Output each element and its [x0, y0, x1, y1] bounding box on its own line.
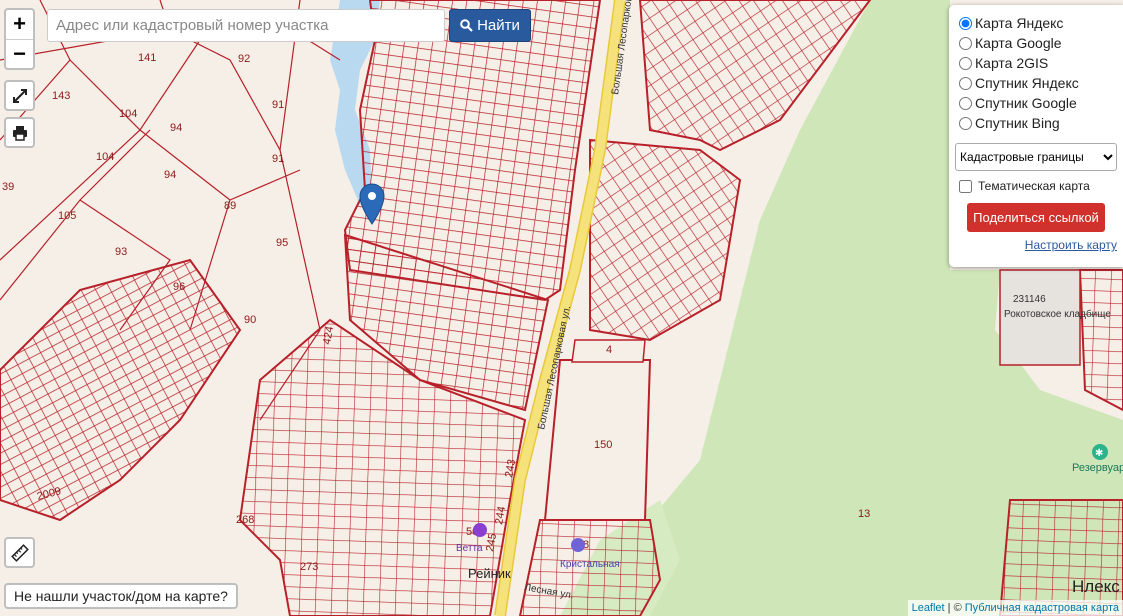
- parcel-label: 39: [2, 181, 14, 193]
- parcel-label: 94: [164, 169, 176, 181]
- svg-text:✱: ✱: [1095, 448, 1103, 459]
- leaflet-link[interactable]: Leaflet: [912, 602, 945, 614]
- measure-button[interactable]: [4, 537, 35, 568]
- parcel-label: 150: [594, 439, 612, 451]
- parcel-label: 92: [238, 53, 250, 65]
- zoom-out-button[interactable]: −: [6, 40, 33, 69]
- parcel-label: 104: [119, 108, 137, 120]
- layer-panel: Карта Яндекс Карта Google Карта 2GIS Спу…: [949, 5, 1123, 267]
- search-input[interactable]: [47, 9, 445, 42]
- cadastre-link[interactable]: Публичная кадастровая карта: [965, 602, 1119, 614]
- parcel-label: 104: [96, 151, 114, 163]
- parcel-block-far-east: [1078, 269, 1123, 412]
- attribution-separator: | ©: [944, 602, 965, 614]
- layer-option[interactable]: Карта Яндекс: [955, 13, 1117, 33]
- layer-option-label: Спутник Google: [975, 95, 1077, 111]
- print-icon: [12, 125, 27, 141]
- parcel-label: 268: [236, 514, 254, 526]
- search-icon: [460, 19, 473, 32]
- layer-radio[interactable]: [959, 36, 972, 50]
- store-icon: [571, 538, 585, 552]
- thematic-checkbox[interactable]: [959, 179, 972, 193]
- fullscreen-button[interactable]: [4, 80, 35, 111]
- attribution: Leaflet | © Публичная кадастровая карта: [907, 600, 1123, 616]
- place-label-gas: Ветта: [456, 543, 483, 554]
- parcel-label: 90: [244, 314, 256, 326]
- zoom-in-button[interactable]: +: [6, 10, 33, 40]
- thematic-toggle[interactable]: Тематическая карта: [955, 179, 1117, 193]
- configure-map-link[interactable]: Настроить карту: [955, 238, 1117, 252]
- layer-option-label: Спутник Яндекс: [975, 75, 1079, 91]
- parcel-label: 94: [170, 122, 182, 134]
- parcel-label: 273: [300, 561, 318, 573]
- thematic-label: Тематическая карта: [978, 179, 1090, 193]
- place-label-town: Нлекс: [1072, 577, 1120, 596]
- parcel-label: 231146: [1013, 294, 1046, 305]
- layer-option-label: Спутник Bing: [975, 115, 1060, 131]
- marker-dot-icon: [368, 192, 376, 200]
- layer-option[interactable]: Карта 2GIS: [955, 53, 1117, 73]
- parcel-block-town: [998, 499, 1123, 616]
- fullscreen-icon: [12, 88, 27, 103]
- layer-option[interactable]: Спутник Bing: [955, 113, 1117, 133]
- share-link-button[interactable]: Поделиться ссылкой: [967, 203, 1105, 232]
- not-found-button[interactable]: Не нашли участок/дом на карте?: [4, 583, 238, 609]
- gas-station-icon: [473, 523, 487, 537]
- overlay-select[interactable]: Кадастровые границы: [955, 143, 1117, 171]
- layer-option[interactable]: Спутник Яндекс: [955, 73, 1117, 93]
- print-button[interactable]: [4, 117, 35, 148]
- search-button-label: Найти: [477, 17, 520, 34]
- place-label-store: Кристальная: [560, 559, 620, 570]
- layer-radio[interactable]: [959, 16, 972, 30]
- parcel-label: 96: [173, 281, 185, 293]
- parcel-label: 13: [858, 508, 870, 520]
- place-label-village: Рейник: [468, 566, 511, 581]
- parcel-label: 89: [224, 200, 236, 212]
- layer-option-label: Карта Google: [975, 35, 1062, 51]
- parcel-label: 91: [272, 99, 284, 111]
- place-label-reservoir: Резервуар для воды: [1072, 462, 1123, 474]
- layer-option-label: Карта Яндекс: [975, 15, 1064, 31]
- layer-radio[interactable]: [959, 76, 972, 90]
- zoom-control: + −: [4, 8, 35, 70]
- parcel-label: 95: [276, 237, 288, 249]
- layer-option-label: Карта 2GIS: [975, 55, 1049, 71]
- parcel-label: 91: [272, 153, 284, 165]
- parcel-label: 105: [58, 210, 76, 222]
- layer-radio[interactable]: [959, 96, 972, 110]
- search-button[interactable]: Найти: [449, 9, 531, 42]
- ruler-icon: [10, 543, 29, 562]
- place-label-cemetery: Рокотовское кладбище: [1004, 308, 1111, 320]
- parcel-label: 4: [606, 344, 612, 356]
- parcel-label: 143: [52, 90, 70, 102]
- layer-option[interactable]: Карта Google: [955, 33, 1117, 53]
- layer-option[interactable]: Спутник Google: [955, 93, 1117, 113]
- parcel-label: 141: [138, 52, 156, 64]
- layer-radio[interactable]: [959, 56, 972, 70]
- layer-radio[interactable]: [959, 116, 972, 130]
- parcel-label: 93: [115, 246, 127, 258]
